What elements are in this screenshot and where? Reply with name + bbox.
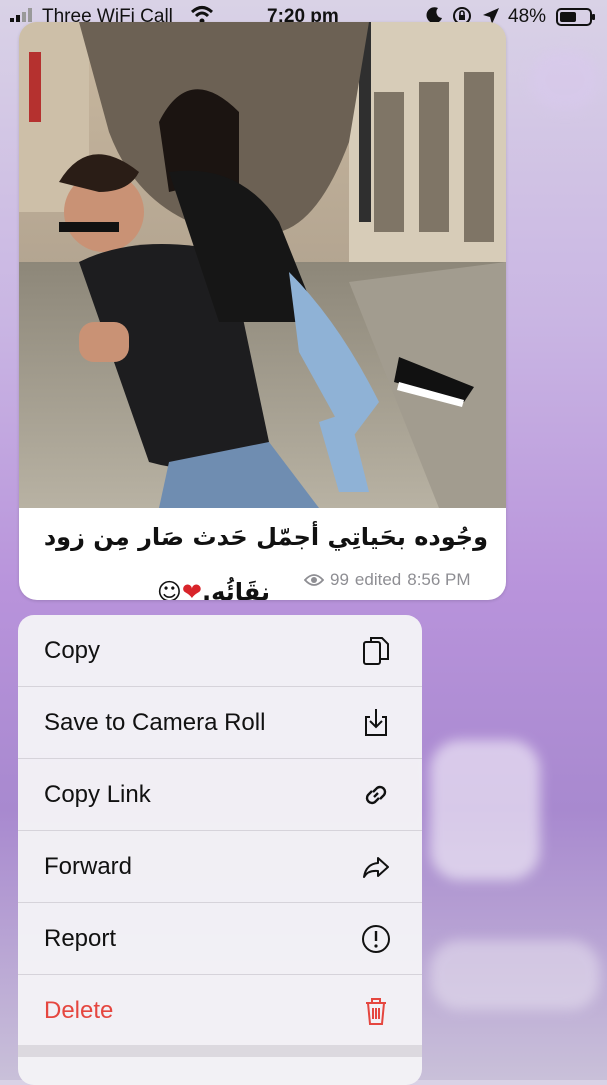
- message-meta: 99 edited 8:56 PM: [304, 570, 471, 590]
- menu-item-label: Copy: [44, 636, 101, 664]
- link-icon: [365, 785, 387, 804]
- heart-emoji: ❤: [181, 578, 203, 600]
- forward-icon: [363, 856, 389, 878]
- message-bubble[interactable]: وجُوده بحَياتِي أجمّل حَدث صَار مِن زود …: [19, 22, 506, 600]
- context-menu: Copy Save to Camera Roll Copy Link Forwa…: [18, 615, 422, 1085]
- signal-icon: [10, 8, 32, 22]
- eye-icon: [304, 574, 324, 586]
- menu-item-label: Save to Camera Roll: [44, 708, 266, 736]
- menu-item-report[interactable]: Report: [18, 903, 422, 975]
- menu-item-delete[interactable]: Delete: [18, 975, 422, 1046]
- menu-item-label: Delete: [44, 996, 114, 1024]
- background-blur: [430, 740, 540, 880]
- background-blur: [430, 940, 600, 1010]
- menu-item-copy[interactable]: Copy: [18, 615, 422, 687]
- report-icon: [362, 924, 390, 953]
- view-count: 99: [330, 570, 349, 589]
- menu-item-label: Report: [44, 924, 117, 952]
- edited-label: edited: [354, 570, 402, 589]
- menu-item-label: Forward: [44, 852, 133, 880]
- save-download-icon: [365, 708, 387, 736]
- background-blur: [530, 50, 600, 110]
- smile-emoji: ☺: [156, 578, 182, 600]
- menu-separator: [18, 1045, 422, 1057]
- menu-item-copy-link[interactable]: Copy Link: [18, 759, 422, 831]
- menu-item-forward[interactable]: Forward: [18, 831, 422, 903]
- battery-icon: [556, 8, 595, 26]
- menu-item-label: Copy Link: [44, 780, 151, 808]
- trash-icon: [366, 997, 386, 1025]
- battery-percent: 48%: [508, 6, 547, 27]
- message-time: 8:56 PM: [407, 570, 471, 589]
- message-photo[interactable]: [19, 22, 506, 508]
- message-caption-line2: نقَائُه.❤☺: [157, 578, 270, 600]
- message-caption: وجُوده بحَياتِي أجمّل حَدث صَار مِن زود: [43, 523, 488, 551]
- menu-item-save-to-camera-roll[interactable]: Save to Camera Roll: [18, 687, 422, 759]
- copy-icon: [363, 636, 389, 665]
- caption-text: نقَائُه.: [202, 578, 270, 600]
